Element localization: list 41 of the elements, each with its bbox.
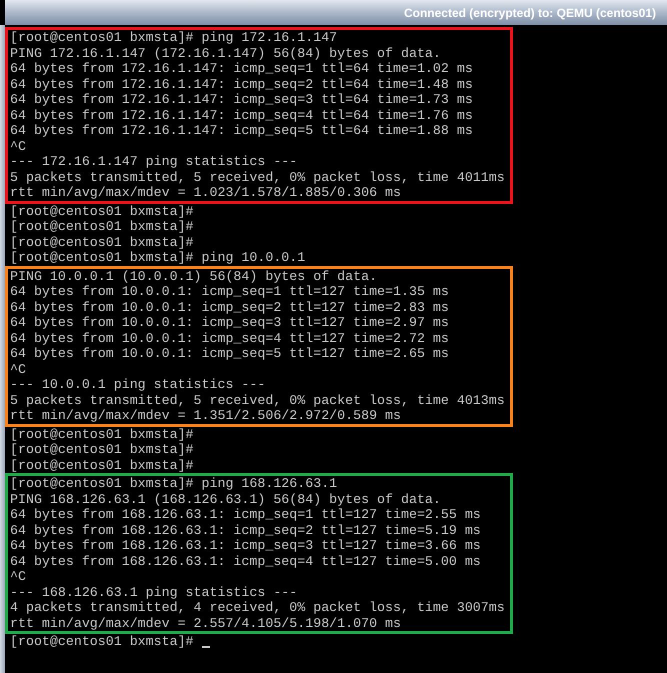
cursor bbox=[202, 646, 210, 648]
terminal-line: [root@centos01 bxmsta]# bbox=[10, 426, 195, 442]
terminal-line: [root@centos01 bxmsta]# ping 10.0.0.1 bbox=[10, 250, 306, 266]
terminal-line: 64 bytes from 168.126.63.1: icmp_seq=3 ttl=127 time=3.66 ms bbox=[10, 538, 482, 554]
terminal-line: PING 10.0.0.1 (10.0.0.1) 56(84) bytes of data. bbox=[10, 268, 378, 284]
terminal-line: 4 packets transmitted, 4 received, 0% packet loss, time 3007ms bbox=[10, 600, 505, 616]
connection-title: Connected (encrypted) to: QEMU (centos01) bbox=[404, 6, 656, 20]
terminal-line: --- 172.16.1.147 ping statistics --- bbox=[10, 154, 298, 170]
terminal-line: 64 bytes from 10.0.0.1: icmp_seq=4 ttl=127 time=2.72 ms bbox=[10, 330, 450, 346]
terminal-line: 64 bytes from 172.16.1.147: icmp_seq=4 ttl=64 time=1.76 ms bbox=[10, 108, 474, 123]
terminal-line: [root@centos01 bxmsta]# ping 168.126.63.1 bbox=[10, 476, 338, 492]
terminal-line: [root@centos01 bxmsta]# bbox=[10, 458, 195, 473]
terminal-line: PING 172.16.1.147 (172.16.1.147) 56(84) bytes of data. bbox=[10, 46, 442, 61]
terminal-line: ^C bbox=[10, 362, 27, 377]
terminal-line: [root@centos01 bxmsta]# bbox=[10, 204, 195, 219]
terminal-line: 64 bytes from 172.16.1.147: icmp_seq=3 ttl=64 time=1.73 ms bbox=[10, 92, 474, 108]
terminal-line: --- 10.0.0.1 ping statistics --- bbox=[10, 377, 266, 392]
terminal-line: 64 bytes from 172.16.1.147: icmp_seq=1 ttl=64 time=1.02 ms bbox=[10, 61, 474, 76]
terminal-line: 5 packets transmitted, 5 received, 0% packet loss, time 4011ms bbox=[10, 170, 505, 185]
terminal-line: [root@centos01 bxmsta]# bbox=[10, 634, 194, 650]
terminal-line: rtt min/avg/max/mdev = 1.023/1.578/1.885/0.306 ms bbox=[10, 185, 402, 200]
terminal-line: 64 bytes from 172.16.1.147: icmp_seq=2 ttl=64 time=1.48 ms bbox=[10, 76, 474, 92]
terminal-line: 64 bytes from 10.0.0.1: icmp_seq=3 ttl=127 time=2.97 ms bbox=[10, 315, 450, 330]
terminal-line: 64 bytes from 168.126.63.1: icmp_seq=1 ttl=127 time=2.55 ms bbox=[10, 507, 482, 522]
terminal-line: 64 bytes from 10.0.0.1: icmp_seq=1 ttl=127 time=1.35 ms bbox=[10, 284, 450, 300]
terminal-line: 64 bytes from 168.126.63.1: icmp_seq=4 ttl=127 time=5.00 ms bbox=[10, 554, 482, 569]
terminal-line: 64 bytes from 172.16.1.147: icmp_seq=5 ttl=64 time=1.88 ms bbox=[10, 123, 474, 138]
terminal-line: 64 bytes from 10.0.0.1: icmp_seq=5 ttl=127 time=2.65 ms bbox=[10, 346, 450, 362]
terminal-line: ^C bbox=[10, 138, 27, 154]
terminal-line: ^C bbox=[10, 569, 27, 584]
terminal-line: rtt min/avg/max/mdev = 1.351/2.506/2.972/0.589 ms bbox=[10, 408, 402, 424]
terminal-line: 64 bytes from 10.0.0.1: icmp_seq=2 ttl=127 time=2.83 ms bbox=[10, 300, 450, 315]
terminal-line: [root@centos01 bxmsta]# ping 172.16.1.147 bbox=[10, 30, 338, 46]
terminal-line: --- 168.126.63.1 ping statistics --- bbox=[10, 584, 298, 600]
terminal-line: [root@centos01 bxmsta]# bbox=[10, 219, 195, 234]
terminal-line: PING 168.126.63.1 (168.126.63.1) 56(84) bytes of data. bbox=[10, 492, 442, 507]
terminal-line: 5 packets transmitted, 5 received, 0% packet loss, time 4013ms bbox=[10, 392, 505, 408]
terminal-line: rtt min/avg/max/mdev = 2.557/4.105/5.198/1.070 ms bbox=[10, 616, 402, 631]
terminal-line: 64 bytes from 168.126.63.1: icmp_seq=2 ttl=127 time=5.19 ms bbox=[10, 522, 482, 538]
terminal-line: [root@centos01 bxmsta]# bbox=[10, 442, 195, 458]
terminal-line: [root@centos01 bxmsta]# bbox=[10, 234, 195, 250]
